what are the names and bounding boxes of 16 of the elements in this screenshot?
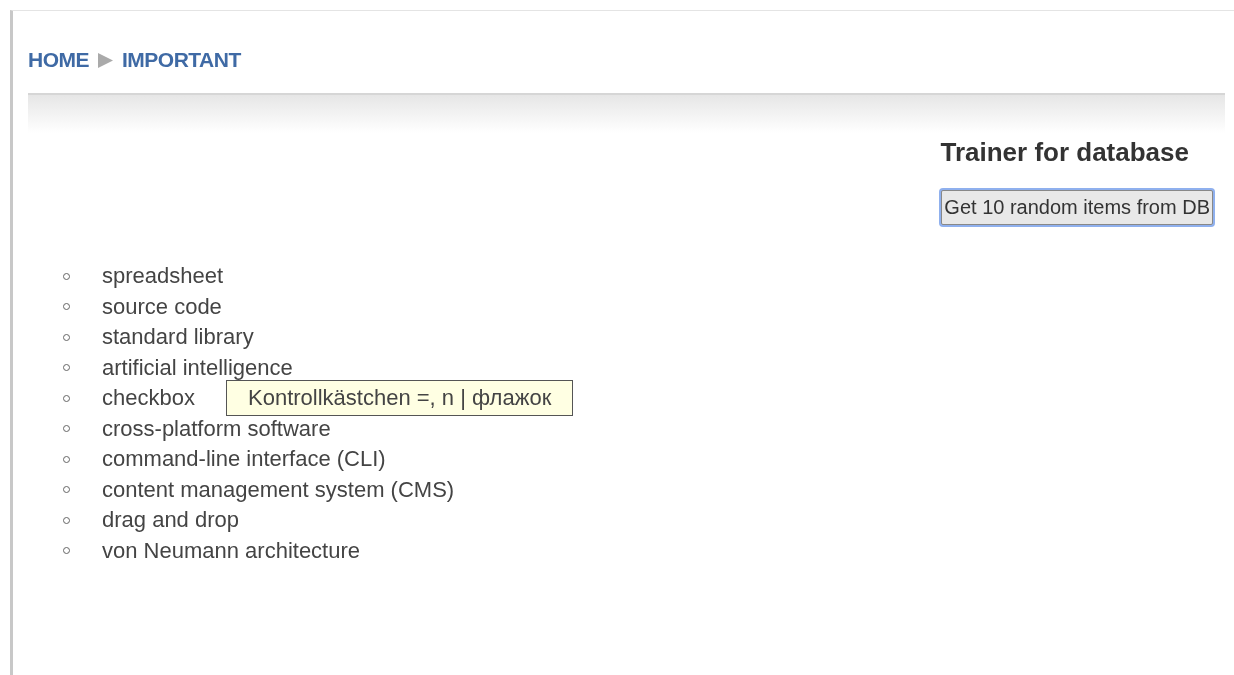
translation-tooltip: Kontrollkästchen =, n | флажок bbox=[226, 380, 574, 416]
term-item: checkbox bbox=[102, 385, 195, 412]
term-item: von Neumann architecture bbox=[102, 537, 361, 564]
term-item: command-line interface (CLI) bbox=[102, 446, 386, 473]
page-title: Trainer for database bbox=[940, 137, 1189, 168]
term-item: source code bbox=[102, 293, 222, 320]
breadcrumb-arrow-icon bbox=[97, 51, 114, 69]
breadcrumb-link[interactable]: IMPORTANT bbox=[122, 48, 241, 72]
term-item: drag and drop bbox=[102, 507, 239, 534]
term-item: artificial intelligence bbox=[102, 354, 293, 381]
breadcrumb-link[interactable]: HOME bbox=[28, 48, 89, 72]
term-item: standard library bbox=[102, 324, 254, 351]
random-items-button[interactable]: Get 10 random items from DB bbox=[941, 190, 1213, 225]
term-item: spreadsheet bbox=[102, 263, 224, 290]
term-item: content management system (CMS) bbox=[102, 476, 455, 503]
term-item: cross-platform software bbox=[102, 415, 331, 442]
